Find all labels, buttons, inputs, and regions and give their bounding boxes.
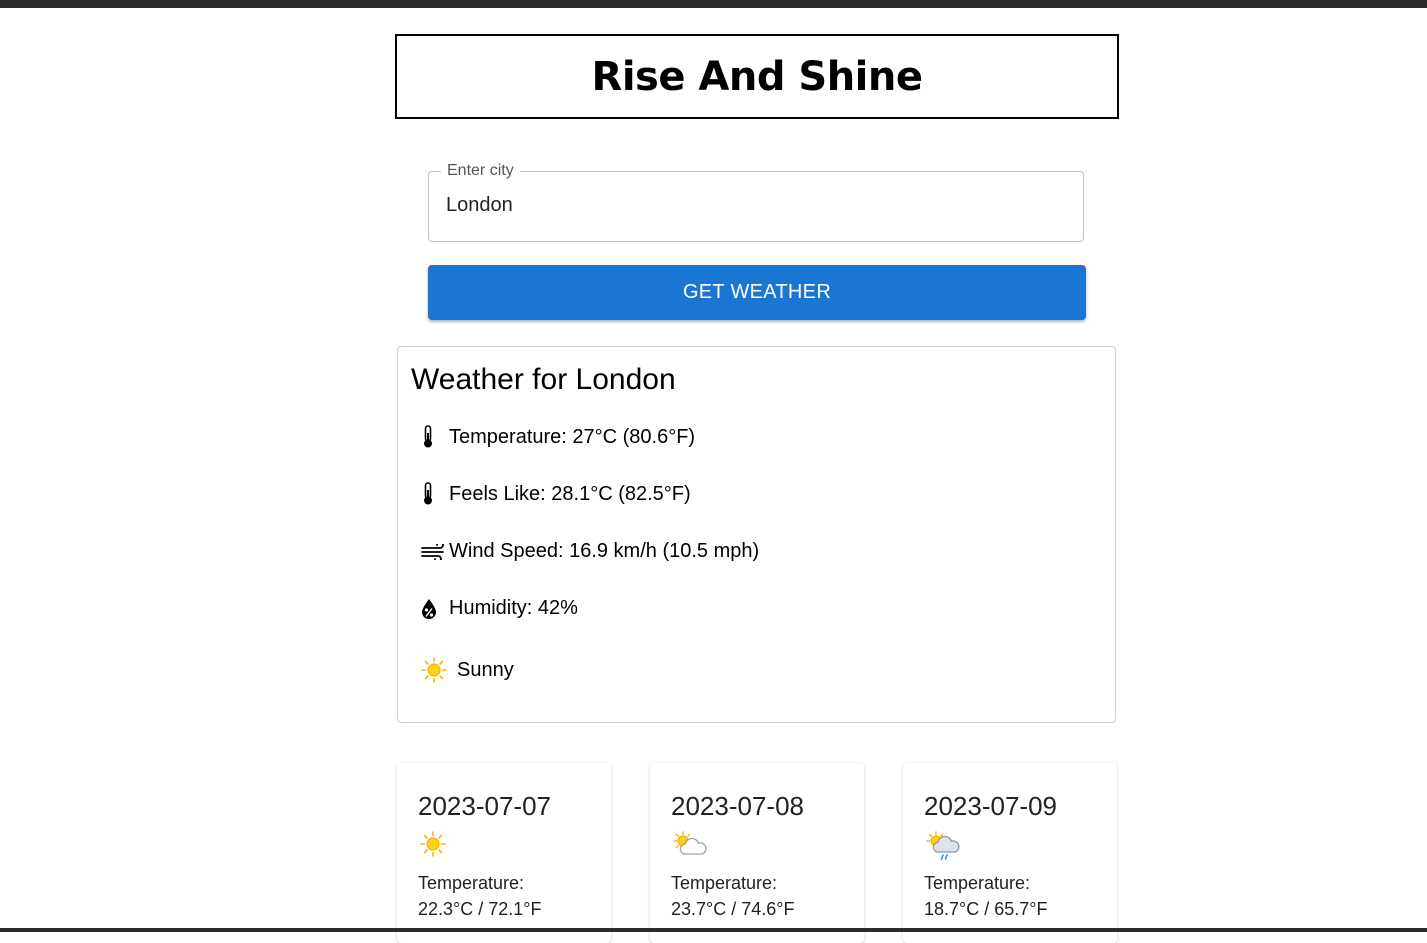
forecast-temp-value: 18.7°C / 65.7°F <box>924 899 1048 919</box>
window-top-bar <box>0 0 1427 8</box>
window-bottom-bar <box>0 928 1427 932</box>
sun-icon <box>421 657 457 683</box>
condition-text: Sunny <box>457 658 514 681</box>
sun-icon <box>420 831 446 862</box>
page-title: Rise And Shine <box>591 53 923 100</box>
wind-row: Wind Speed: 16.9 km/h (10.5 mph) <box>421 540 759 563</box>
forecast-card: 2023-07-07 Temperature: 22.3°C / 72.1°F <box>397 763 611 943</box>
forecast-date: 2023-07-08 <box>671 791 804 821</box>
forecast-temp-label: Temperature: <box>671 873 778 893</box>
city-field[interactable]: Enter city <box>428 162 1084 242</box>
thermometer-icon <box>421 425 449 449</box>
sun-cloud-rain-icon <box>926 831 962 866</box>
forecast-temp-label: Temperature: <box>418 873 525 893</box>
thermometer-icon <box>421 482 449 506</box>
city-field-label: Enter city <box>441 162 520 180</box>
feels-like-text: Feels Like: 28.1°C (82.5°F) <box>449 482 691 505</box>
forecast-temp-value: 22.3°C / 72.1°F <box>418 899 542 919</box>
temperature-row: Temperature: 27°C (80.6°F) <box>421 425 695 449</box>
weather-heading: Weather for London <box>411 363 676 396</box>
forecast-temp-value: 23.7°C / 74.6°F <box>671 899 795 919</box>
forecast-card: 2023-07-08 Temperature: 23.7°C / 74.6°F <box>650 763 864 943</box>
wind-text: Wind Speed: 16.9 km/h (10.5 mph) <box>449 540 760 562</box>
temperature-text: Temperature: 27°C (80.6°F) <box>449 425 696 448</box>
city-input[interactable] <box>446 194 1046 217</box>
forecast-date: 2023-07-09 <box>924 791 1057 821</box>
humidity-drop-icon <box>421 598 449 620</box>
get-weather-button[interactable]: GET WEATHER <box>428 265 1086 320</box>
header-box: Rise And Shine <box>395 34 1119 119</box>
forecast-card: 2023-07-09 Temperature: 18.7°C / 65.7°F <box>903 763 1117 943</box>
wind-icon <box>421 543 449 560</box>
humidity-row: Humidity: 42% <box>421 597 578 620</box>
humidity-text: Humidity: 42% <box>449 597 578 619</box>
forecast-date: 2023-07-07 <box>418 791 551 821</box>
current-weather-card: Weather for London Temperature: 27°C (80… <box>397 346 1116 723</box>
condition-row: Sunny <box>421 657 514 683</box>
forecast-temp-label: Temperature: <box>924 873 1031 893</box>
feels-like-row: Feels Like: 28.1°C (82.5°F) <box>421 482 691 506</box>
sun-behind-cloud-icon <box>673 831 709 862</box>
